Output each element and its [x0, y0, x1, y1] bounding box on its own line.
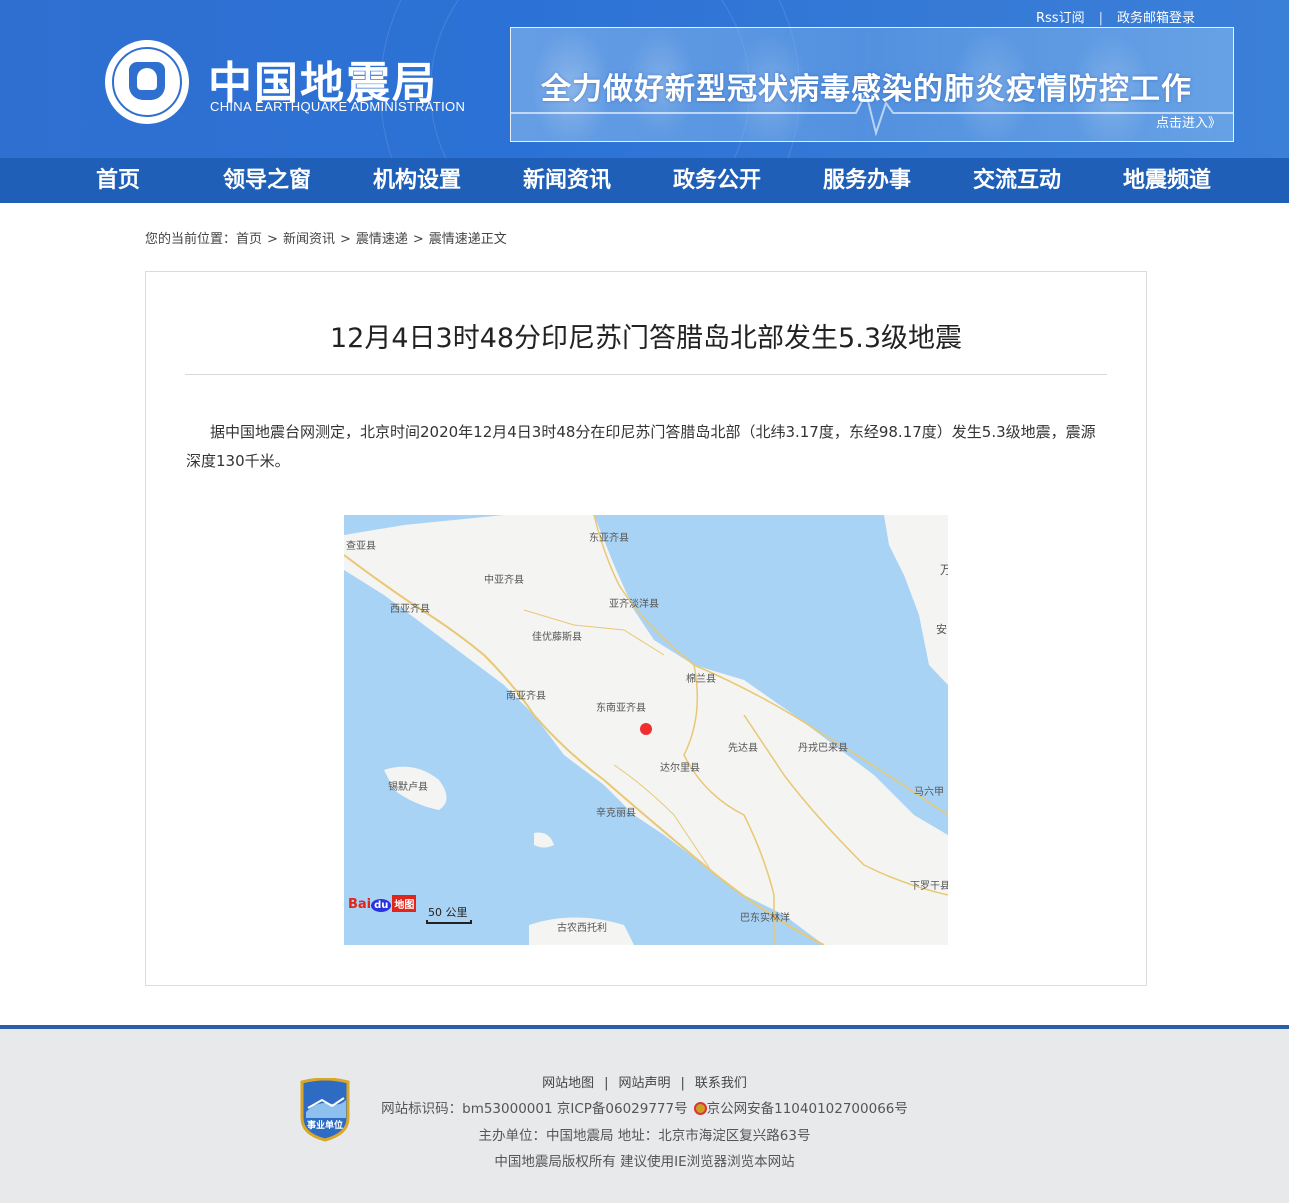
- footer-contact-link[interactable]: 联系我们: [695, 1076, 747, 1091]
- map-label: 安: [936, 623, 947, 636]
- map-label: 辛克丽县: [596, 808, 636, 819]
- map-label: 东南亚齐县: [596, 703, 646, 714]
- breadcrumb-quake-express[interactable]: 震情速递: [356, 232, 408, 247]
- rss-link[interactable]: Rss订阅: [1036, 11, 1085, 26]
- footer-copyright-line: 中国地震局版权所有 建议使用IE浏览器浏览本网站: [494, 1154, 795, 1170]
- breadcrumb-separator: >: [267, 232, 278, 247]
- nav-item-news[interactable]: 新闻资讯: [523, 158, 611, 203]
- top-links: Rss订阅 | 政务邮箱登录: [1036, 7, 1195, 26]
- map-label: 查亚县: [346, 541, 376, 552]
- baidu-map-logo[interactable]: Bai du 地图: [348, 895, 417, 912]
- mail-login-link[interactable]: 政务邮箱登录: [1117, 11, 1195, 26]
- baidu-logo-map-text: 地图: [392, 895, 417, 912]
- nav-item-home[interactable]: 首页: [96, 158, 140, 203]
- map-label: 先达县: [728, 743, 758, 754]
- map-label: 锡默卢县: [388, 782, 428, 793]
- map-label: 巴东实林洋: [740, 913, 790, 924]
- banner-title: 全力做好新型冠状病毒感染的肺炎疫情防控工作: [541, 72, 1192, 107]
- article-title: 12月4日3时48分印尼苏门答腊岛北部发生5.3级地震: [329, 323, 962, 354]
- nav-item-earthquake-channel[interactable]: 地震频道: [1123, 158, 1211, 203]
- baidu-logo-paw: du: [371, 899, 392, 912]
- map-label: 东亚齐县: [589, 533, 629, 544]
- map-label: 中亚齐县: [484, 575, 524, 586]
- breadcrumb-current[interactable]: 震情速递正文: [429, 232, 507, 247]
- breadcrumb: 您的当前位置：首页 > 新闻资讯 > 震情速递 > 震情速递正文: [145, 228, 507, 247]
- police-badge-icon: [693, 1102, 707, 1115]
- breadcrumb-prefix: 您的当前位置：: [145, 232, 237, 247]
- map-label: 南亚齐县: [506, 691, 546, 702]
- earthquake-epicenter-marker[interactable]: [640, 723, 652, 735]
- footer-statement-link[interactable]: 网站声明: [618, 1076, 670, 1091]
- map-scale-bar: [426, 920, 472, 924]
- footer-link-separator: |: [680, 1076, 685, 1091]
- nav-item-gov-affairs[interactable]: 政务公开: [673, 158, 761, 203]
- earthquake-location-map[interactable]: 查亚县 东亚齐县 中亚齐县 西亚齐县 亚齐淡洋县 佳优藤斯县 棉兰县 南亚齐县 …: [344, 515, 948, 945]
- map-label: 棉兰县: [686, 674, 716, 685]
- nav-item-interaction[interactable]: 交流互动: [973, 158, 1061, 203]
- article-body: 据中国地震台网测定，北京时间2020年12月4日3时48分在印尼苏门答腊岛北部（…: [186, 423, 1096, 470]
- nav-item-services[interactable]: 服务办事: [823, 158, 911, 203]
- map-label: 佳优藤斯县: [532, 632, 582, 643]
- map-label: 万: [940, 563, 948, 577]
- site-header: Rss订阅 | 政务邮箱登录 中国地震局 CHINA EARTHQUAKE ADMI…: [0, 0, 1289, 158]
- footer-links: 网站地图 | 网站声明 | 联系我们: [0, 1072, 1289, 1091]
- emblem-core: [129, 62, 165, 100]
- map-label: 西亚齐县: [390, 604, 430, 615]
- map-label: 马六甲: [914, 787, 944, 798]
- map-label: 丹戎巴来县: [798, 743, 848, 754]
- footer-sitemap-link[interactable]: 网站地图: [542, 1076, 594, 1091]
- epidemic-banner[interactable]: 全力做好新型冠状病毒感染的肺炎疫情防控工作 点击进入》: [510, 27, 1234, 142]
- footer-police-record[interactable]: 京公网安备11040102700066号: [707, 1101, 908, 1117]
- map-label: 古农西托利: [557, 923, 607, 934]
- banner-enter-link[interactable]: 点击进入》: [1156, 112, 1221, 131]
- breadcrumb-separator: >: [339, 232, 351, 247]
- baidu-logo-bai: Bai: [348, 897, 372, 912]
- org-name-en: CHINA EARTHQUAKE ADMINISTRATION: [210, 99, 466, 114]
- cea-emblem-logo[interactable]: [105, 40, 189, 124]
- footer-id-line: 网站标识码：bm53000001 京ICP备06029777号 京公网安备1104…: [0, 1097, 1289, 1117]
- breadcrumb-news[interactable]: 新闻资讯: [283, 232, 335, 247]
- title-divider: [185, 374, 1107, 375]
- footer-link-separator: |: [604, 1076, 609, 1091]
- nav-item-leaders[interactable]: 领导之窗: [223, 158, 311, 203]
- map-label: 亚齐淡洋县: [609, 599, 659, 610]
- footer-host-line: 主办单位：中国地震局 地址：北京市海淀区复兴路63号: [478, 1128, 811, 1144]
- main-nav: 首页 领导之窗 机构设置 新闻资讯 政务公开 服务办事 交流互动 地震频道: [0, 158, 1289, 203]
- site-footer: 事业单位 网站地图 | 网站声明 | 联系我们 网站标识码：bm53000001 京IC…: [0, 1025, 1289, 1203]
- island-small: [534, 832, 554, 848]
- map-label: 下罗干县: [910, 881, 948, 892]
- article-container: 12月4日3时48分印尼苏门答腊岛北部发生5.3级地震 据中国地震台网测定，北京…: [145, 271, 1147, 986]
- land-peninsula: [884, 515, 948, 685]
- footer-id-icp[interactable]: 网站标识码：bm53000001 京ICP备06029777号: [381, 1101, 688, 1117]
- top-links-separator: |: [1098, 11, 1103, 26]
- breadcrumb-home[interactable]: 首页: [236, 232, 262, 247]
- breadcrumb-separator: >: [412, 232, 424, 247]
- map-label: 达尔里县: [660, 763, 700, 774]
- nav-item-organization[interactable]: 机构设置: [373, 158, 461, 203]
- map-scale-label: 50 公里: [428, 906, 468, 919]
